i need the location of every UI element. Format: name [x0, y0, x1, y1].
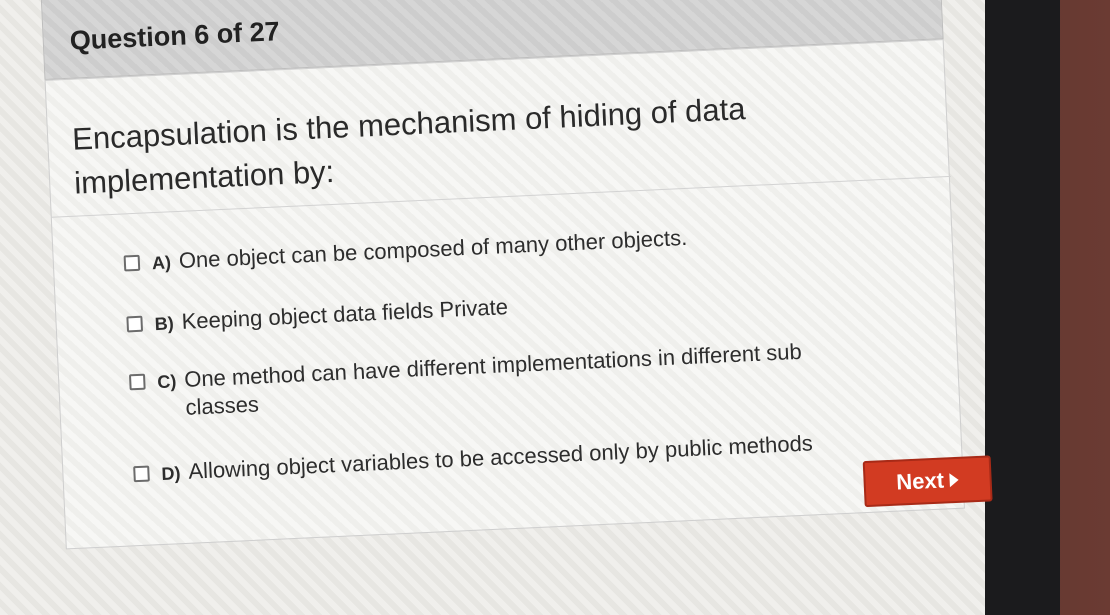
next-button[interactable]: Next — [862, 455, 993, 508]
question-counter: Question 6 of 27 — [69, 16, 281, 56]
quiz-panel: Question 6 of 27 Encapsulation is the me… — [40, 0, 997, 599]
option-text: One method can have different implementa… — [183, 338, 803, 420]
option-letter: C) — [156, 371, 177, 393]
screen: Question 6 of 27 Encapsulation is the me… — [0, 0, 993, 615]
option-text: Allowing object variables to be accessed… — [187, 430, 814, 484]
checkbox-icon[interactable] — [126, 315, 144, 333]
option-letter: D) — [161, 463, 181, 484]
option-d[interactable]: D) Allowing object variables to be acces… — [133, 429, 834, 490]
photo-scene: Question 6 of 27 Encapsulation is the me… — [0, 0, 1110, 615]
checkbox-icon[interactable] — [133, 465, 150, 483]
checkbox-icon[interactable] — [123, 254, 141, 272]
option-a[interactable]: A) One object can be composed of many ot… — [123, 218, 824, 279]
checkbox-icon[interactable] — [128, 373, 146, 391]
option-letter: A) — [151, 252, 172, 274]
next-button-label: Next — [895, 467, 945, 495]
option-text: Keeping object data fields Private — [181, 294, 509, 334]
play-arrow-icon — [949, 472, 960, 488]
option-c[interactable]: C) One method can have different impleme… — [128, 337, 831, 425]
question-text: Encapsulation is the mechanism of hiding… — [71, 91, 747, 201]
option-text: One object can be composed of many other… — [178, 224, 688, 273]
option-b[interactable]: B) Keeping object data fields Private — [126, 279, 827, 340]
question-body: Encapsulation is the mechanism of hiding… — [44, 39, 965, 550]
option-letter: B) — [154, 313, 175, 335]
